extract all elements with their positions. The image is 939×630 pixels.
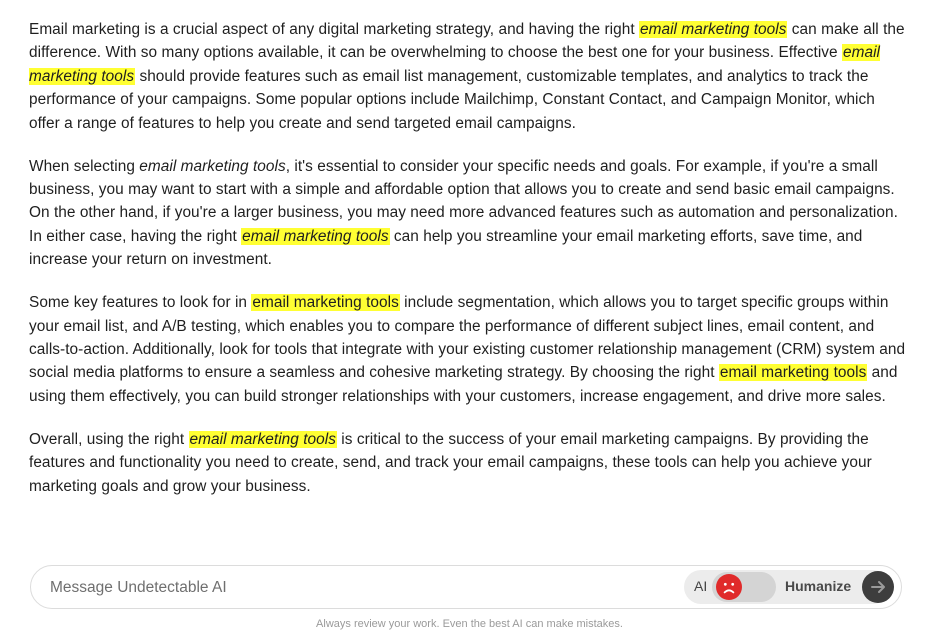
message-input[interactable] [50,576,650,600]
keyword-italic: email marketing tools [139,157,286,175]
disclaimer-text: Always review your work. Even the best A… [316,618,623,630]
toggle-ai-label: AI [694,578,708,594]
keyword-highlight: email marketing tools [718,364,868,382]
sad-face-icon[interactable] [716,574,742,600]
send-button[interactable] [862,571,894,603]
toggle-humanize-label: Humanize [785,578,852,594]
paragraph-3: Some key features to look for in email m… [29,291,909,408]
arrow-right-icon [871,581,885,593]
ai-humanize-toggle[interactable]: AI Humanize [684,570,890,604]
text-segment: Overall, using the right [29,430,189,448]
toggle-track[interactable] [712,572,776,602]
paragraph-2: When selecting email marketing tools, it… [29,155,909,272]
keyword-highlight: email marketing tools [251,294,400,312]
ai-response: Email marketing is a crucial aspect of a… [29,18,909,518]
text-segment: should provide features such as email li… [29,67,875,132]
paragraph-1: Email marketing is a crucial aspect of a… [29,18,909,135]
text-segment: Email marketing is a crucial aspect of a… [29,21,639,38]
keyword-highlight: email marketing tools [638,21,788,38]
message-composer: AI Humanize [30,565,902,609]
keyword-highlight: email marketing tools [188,430,337,448]
text-segment: When selecting [29,157,140,175]
keyword-highlight: email marketing tools [241,227,390,245]
text-segment: Some key features to look for in [29,294,252,312]
paragraph-4: Overall, using the right email marketing… [29,428,909,498]
